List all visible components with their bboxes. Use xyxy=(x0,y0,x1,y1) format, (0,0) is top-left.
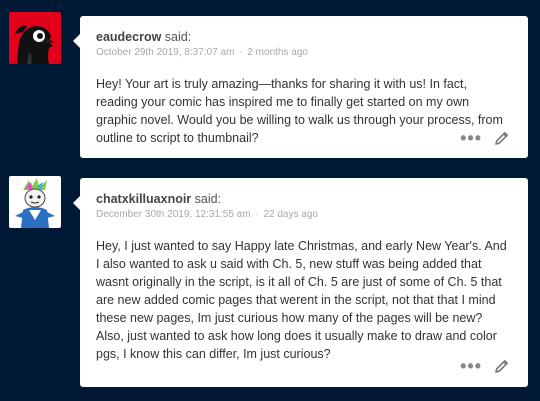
pencil-icon[interactable] xyxy=(494,358,510,374)
comment-meta: December 30th 2019, 12:31:55 am · 22 day… xyxy=(96,209,512,221)
comment-ago: 22 days ago xyxy=(263,209,318,220)
comment-meta: October 29th 2019, 8:37:07 am · 2 months… xyxy=(96,47,512,59)
comment-date[interactable]: December 30th 2019, 12:31:55 am xyxy=(96,209,251,220)
comment-header: chatxkilluaxnoir said: xyxy=(96,192,512,206)
comment-thread: eaudecrow said: October 29th 2019, 8:37:… xyxy=(0,0,540,401)
more-icon[interactable]: ••• xyxy=(460,357,482,375)
comment-body: Hey! Your art is truly amazing—thanks fo… xyxy=(96,77,503,145)
comment-body: Hey, I just wanted to say Happy late Chr… xyxy=(96,239,507,361)
comment-header: eaudecrow said: xyxy=(96,30,512,44)
meta-separator: · xyxy=(255,209,259,220)
avatar[interactable] xyxy=(9,176,61,228)
said-label: said: xyxy=(194,192,222,206)
author-name[interactable]: chatxkilluaxnoir xyxy=(96,192,191,206)
comment-ago: 2 months ago xyxy=(247,47,308,58)
character-avatar-icon xyxy=(9,176,61,228)
pencil-icon[interactable] xyxy=(494,130,510,146)
meta-separator: · xyxy=(239,47,243,58)
comment-card: chatxkilluaxnoir said: December 30th 201… xyxy=(73,178,528,387)
avatar[interactable] xyxy=(9,12,61,64)
crow-avatar-icon xyxy=(9,12,61,64)
author-name[interactable]: eaudecrow xyxy=(96,30,161,44)
said-label: said: xyxy=(164,30,192,44)
comment-actions: ••• xyxy=(460,357,510,375)
comment-date[interactable]: October 29th 2019, 8:37:07 am xyxy=(96,47,234,58)
comment-actions: ••• xyxy=(460,129,510,147)
comment-card: eaudecrow said: October 29th 2019, 8:37:… xyxy=(73,16,528,158)
more-icon[interactable]: ••• xyxy=(460,129,482,147)
